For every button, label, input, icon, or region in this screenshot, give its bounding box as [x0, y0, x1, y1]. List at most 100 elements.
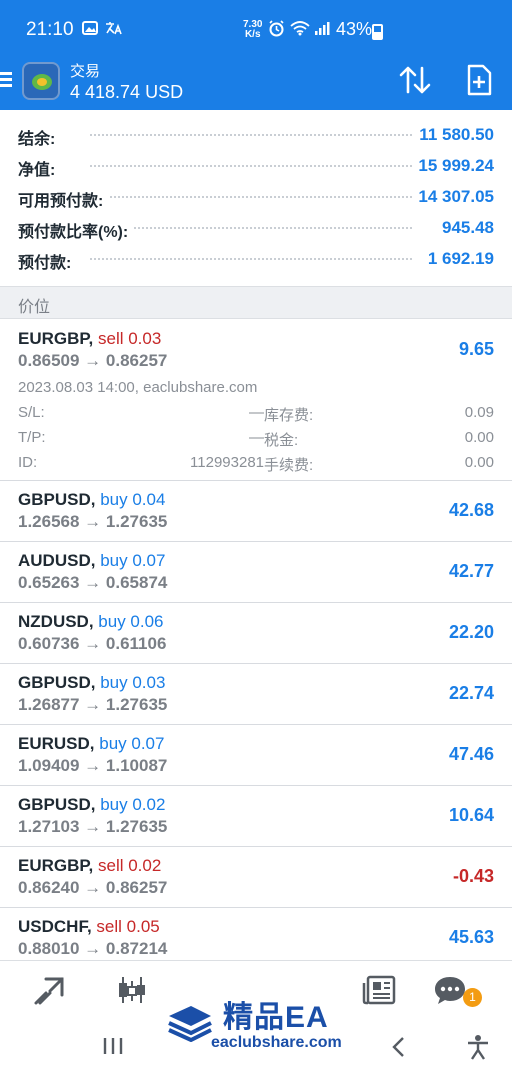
summary-label: 结余: — [18, 125, 62, 149]
summary-row-margin: 预付款: 1 692.19 — [0, 242, 512, 273]
position-header: EURGBP, sell 0.02 — [18, 856, 161, 876]
position-prices: 0.60736 → 0.61106 — [18, 634, 167, 653]
tp-label: T/P: — [18, 429, 46, 446]
tax-label: 税金: — [264, 432, 299, 449]
position-row[interactable]: EURGBP, sell 0.02 0.86240 → 0.86257 -0.4… — [0, 847, 512, 908]
net-speed: 7.30 K/s — [243, 20, 262, 40]
watermark-url: eaclubshare.com — [211, 1034, 342, 1051]
sl-label: S/L: — [18, 404, 45, 421]
positions-section-header: 价位 — [0, 286, 512, 319]
status-bar: 21:10 7.30 K/s 43% — [0, 0, 512, 52]
position-row[interactable]: GBPUSD, buy 0.03 1.26877 → 1.27635 22.74 — [0, 664, 512, 725]
summary-value: 1 692.19 — [421, 249, 494, 269]
swap-label: 库存费: — [264, 407, 314, 424]
position-row[interactable]: NZDUSD, buy 0.06 0.60736 → 0.61106 22.20 — [0, 603, 512, 664]
new-order-icon[interactable] — [466, 64, 492, 96]
position-prices: 1.26877 → 1.27635 — [18, 695, 168, 714]
summary-row-balance: 结余: 11 580.50 — [0, 118, 512, 149]
summary-label: 预付款比率(%): — [18, 218, 135, 242]
position-header: EURUSD, buy 0.07 — [18, 734, 164, 754]
news-icon[interactable] — [362, 973, 398, 1007]
net-speed-unit: K/s — [244, 29, 261, 40]
position-direction: buy 0.07 — [99, 734, 165, 753]
position-symbol: GBPUSD, — [18, 490, 96, 509]
position-row[interactable]: EURUSD, buy 0.07 1.09409 → 1.10087 47.46 — [0, 725, 512, 786]
position-header: EURGBP, sell 0.03 — [18, 329, 161, 349]
messages-icon[interactable] — [432, 973, 468, 1007]
position-header: GBPUSD, buy 0.03 — [18, 673, 165, 693]
summary-label: 可用预付款: — [18, 187, 110, 211]
position-row[interactable]: GBPUSD, buy 0.02 1.27103 → 1.27635 10.64 — [0, 786, 512, 847]
position-profit: -0.43 — [452, 866, 494, 886]
position-header: AUDUSD, buy 0.07 — [18, 551, 165, 571]
battery-percent: 43% — [336, 19, 373, 39]
position-direction: buy 0.02 — [100, 795, 166, 814]
watermark-title: 精品EA — [223, 1001, 329, 1034]
position-open-time: 2023.08.03 14:00, eaclubshare.com — [18, 379, 258, 396]
id-label: ID: — [18, 454, 38, 471]
summary-row-free-margin: 可用预付款: 14 307.05 — [0, 180, 512, 211]
position-row[interactable]: GBPUSD, buy 0.04 1.26568 → 1.27635 42.68 — [0, 481, 512, 542]
account-summary: 结余: 11 580.50 净值: 15 999.24 可用预付款: 14 30… — [0, 118, 512, 273]
dotted-leader — [90, 165, 412, 167]
watermark-logo-icon — [165, 996, 215, 1043]
tp-value: — — [249, 429, 264, 446]
position-profit: 22.20 — [448, 622, 494, 642]
position-symbol: USDCHF, — [18, 917, 92, 936]
header-balance: 4 418.74 USD — [70, 82, 184, 102]
dotted-leader — [90, 134, 412, 136]
fee-label: 手续费: — [264, 457, 314, 474]
recent-apps-icon[interactable] — [102, 1036, 124, 1061]
position-symbol: GBPUSD, — [18, 673, 96, 692]
accessibility-icon[interactable] — [466, 1034, 490, 1065]
position-profit: 22.74 — [448, 683, 494, 703]
position-header: GBPUSD, buy 0.02 — [18, 795, 165, 815]
position-symbol: NZDUSD, — [18, 612, 94, 631]
back-icon[interactable] — [390, 1036, 408, 1063]
detail-row-tp: T/P: — 税金: 0.00 — [18, 429, 494, 449]
summary-label: 净值: — [18, 156, 62, 180]
position-symbol: EURGBP, — [18, 856, 94, 875]
app-logo — [22, 62, 60, 100]
watermark: 精品EA eaclubshare.com — [157, 974, 356, 1074]
position-header: GBPUSD, buy 0.04 — [18, 490, 165, 510]
position-profit: 47.46 — [448, 744, 494, 764]
position-row[interactable]: AUDUSD, buy 0.07 0.65263 → 0.65874 42.77 — [0, 542, 512, 603]
detail-row-id: ID: 112993281 手续费: 0.00 — [18, 454, 494, 474]
fee-value: 0.00 — [464, 454, 494, 471]
messages-badge: 1 — [463, 988, 482, 1007]
dotted-leader — [90, 196, 412, 198]
summary-row-margin-level: 预付款比率(%): 945.48 — [0, 211, 512, 242]
sort-icon[interactable] — [398, 64, 432, 96]
summary-row-equity: 净值: 15 999.24 — [0, 149, 512, 180]
position-header: NZDUSD, buy 0.06 — [18, 612, 164, 632]
position-direction: buy 0.04 — [100, 490, 166, 509]
tax-value: 0.00 — [464, 429, 494, 446]
dotted-leader — [90, 227, 412, 229]
position-profit: 42.68 — [448, 500, 494, 520]
position-prices: 0.88010 → 0.87214 — [18, 939, 168, 958]
position-profit: 45.63 — [448, 927, 494, 947]
position-profit: 9.65 — [458, 339, 494, 359]
menu-icon[interactable] — [0, 72, 12, 88]
position-direction: sell 0.05 — [96, 917, 160, 936]
position-profit: 10.64 — [448, 805, 494, 825]
detail-row-sl: S/L: — 库存费: 0.09 — [18, 404, 494, 424]
position-header: USDCHF, sell 0.05 — [18, 917, 160, 937]
dotted-leader — [90, 258, 412, 260]
summary-value: 945.48 — [436, 218, 494, 238]
position-prices: 0.86509 → 0.86257 — [18, 351, 168, 370]
position-row[interactable]: EURGBP, sell 0.03 0.86509 → 0.86257 9.65… — [0, 320, 512, 481]
sl-value: — — [249, 404, 264, 421]
position-symbol: EURUSD, — [18, 734, 95, 753]
charts-icon[interactable] — [114, 973, 150, 1007]
position-direction: sell 0.03 — [98, 329, 162, 348]
summary-value: 15 999.24 — [412, 156, 494, 176]
summary-value: 14 307.05 — [412, 187, 494, 207]
position-direction: sell 0.02 — [98, 856, 162, 875]
quotes-icon[interactable] — [32, 973, 68, 1007]
signal-icon — [313, 20, 331, 41]
position-prices: 1.09409 → 1.10087 — [18, 756, 168, 775]
top-bar: 21:10 7.30 K/s 43% 交易 4 418.74 USD — [0, 0, 512, 110]
status-time: 21:10 — [26, 19, 74, 40]
